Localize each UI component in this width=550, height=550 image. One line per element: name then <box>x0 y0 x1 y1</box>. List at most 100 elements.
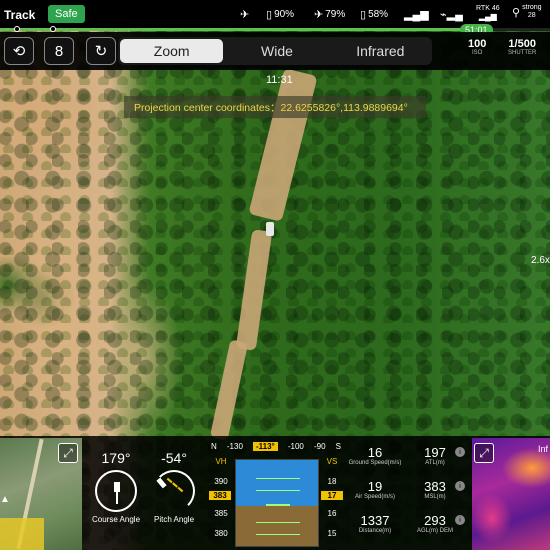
rotate-icon: ⟲ <box>12 43 26 60</box>
dirt-road <box>248 68 318 222</box>
pitch-angle-label: Pitch Angle <box>153 515 195 524</box>
signal-count: 28 <box>527 12 536 19</box>
primary-flight-display: N -130 -113° -100 -90 S VH 390 383 385 3… <box>207 439 345 550</box>
aircraft-symbol <box>266 504 290 506</box>
air-speed-value: 19 <box>367 479 383 494</box>
dirt-road <box>209 339 249 441</box>
heading-south: S <box>335 441 341 451</box>
battery-icon: ▯ <box>266 9 273 21</box>
tab-zoom[interactable]: Zoom <box>120 39 224 63</box>
iso-setting[interactable]: 100 ISO <box>468 38 486 56</box>
pitch-line <box>256 534 300 535</box>
distance-stat: 1337 Distance(m) <box>345 513 405 534</box>
camera-mode-selector: Zoom Wide Infrared <box>118 37 432 65</box>
course-angle-value: 179° <box>101 450 131 466</box>
rotate-camera-button[interactable]: ⟲ <box>4 37 34 65</box>
orbit-button[interactable]: ↻ <box>86 37 116 65</box>
vh-label: VH <box>215 457 227 466</box>
battery-3-value: 58% <box>368 9 389 20</box>
atl-label: ATL(m) <box>425 460 445 466</box>
expand-icon: ⤢ <box>479 445 489 460</box>
tab-wide[interactable]: Wide <box>225 37 328 65</box>
camera-toolbar: ⟲ 8 ↻ Zoom Wide Infrared 100 ISO 1/500 S… <box>0 32 550 70</box>
heading-tick: -130 <box>226 441 243 451</box>
link-indicator: ⌁▂▄ <box>440 8 463 21</box>
dirt-road <box>235 229 273 351</box>
msl-label: MSL(m) <box>424 494 446 500</box>
safe-badge: Safe <box>48 5 85 23</box>
heading-north: N <box>211 441 217 451</box>
pitch-angle-value: -54° <box>161 450 187 466</box>
battery-2: ✈ 79% <box>314 8 345 21</box>
projection-coordinates: Projection center coordinates：22.6255826… <box>124 96 426 118</box>
distance-label: Distance(m) <box>358 528 392 534</box>
expand-thermal-button[interactable]: ⤢ <box>474 443 494 463</box>
heading-tape: N -130 -113° -100 -90 S <box>207 439 345 453</box>
pitch-line <box>256 522 300 523</box>
shutter-value: 1/500 <box>508 38 536 50</box>
battery-3: ▯ 58% <box>360 8 388 21</box>
msl-info-icon[interactable]: i <box>455 481 465 491</box>
expand-map-button[interactable]: ⤢ <box>58 443 78 463</box>
signal-bars-icon: ▂▄▆ <box>404 9 429 21</box>
agl-label: AGL(m) DEM <box>417 528 453 534</box>
battery-1: ▯ 90% <box>266 8 294 21</box>
air-speed-label: Air Speed(m/s) <box>354 494 395 500</box>
map-survey-area <box>0 518 44 550</box>
course-angle-label: Course Angle <box>91 515 141 524</box>
drone-position-icon: ▲ <box>0 494 10 505</box>
pitch-line <box>256 478 300 479</box>
vs-current: 17 <box>321 491 343 500</box>
satellite-icon: ⚲ <box>512 6 521 19</box>
rtk-indicator: RTK 46 ▂▄▆ <box>476 5 500 21</box>
vs-label: VS <box>326 457 338 466</box>
expand-icon: ⤢ <box>63 445 73 460</box>
vs-tick: 16 <box>327 509 337 518</box>
signal-indicator: ▂▄▆ <box>404 8 429 21</box>
pitch-dial <box>153 470 195 512</box>
iso-value: 100 <box>468 38 487 50</box>
airplane-icon: ✈ <box>240 9 250 21</box>
feed-time: 11:31 <box>266 74 293 86</box>
battery-2-value: 79% <box>325 9 346 20</box>
vh-tape: VH 390 383 385 380 <box>207 457 235 550</box>
telemetry-stats: 16 Ground Speed(m/s) 197 ATL(m) i 19 Air… <box>345 443 470 550</box>
rtk-label: RTK <box>476 5 490 12</box>
vs-tick: 15 <box>327 529 337 538</box>
air-speed-stat: 19 Air Speed(m/s) <box>345 479 405 500</box>
iso-label: ISO <box>472 50 483 56</box>
ground-speed-value: 16 <box>367 445 383 460</box>
horizon-sky <box>236 460 318 507</box>
aircraft-battery-icon: ✈ <box>314 9 324 21</box>
battery-1-value: 90% <box>274 9 295 20</box>
artificial-horizon <box>235 459 319 547</box>
vh-tick: 390 <box>214 477 228 486</box>
rtk-count: 46 <box>491 5 500 12</box>
shutter-setting[interactable]: 1/500 SHUTTER <box>508 38 536 56</box>
vehicle <box>266 222 274 236</box>
heading-tick: -90 <box>313 441 326 451</box>
course-angle-indicator: 179° Course Angle <box>86 450 146 525</box>
figure-eight-button[interactable]: 8 <box>44 37 74 65</box>
vh-tick: 385 <box>214 509 228 518</box>
vh-tick: 380 <box>214 529 228 538</box>
signal-strength-label: strong <box>522 4 542 11</box>
course-dial <box>95 470 137 512</box>
orbit-icon: ↻ <box>94 43 108 60</box>
ground-speed-label: Ground Speed(m/s) <box>348 460 402 466</box>
pitch-line <box>256 490 300 491</box>
antenna-icon: ⌁▂▄ <box>440 9 463 21</box>
vs-tape: VS 18 17 16 15 <box>319 457 345 550</box>
tab-infrared[interactable]: Infrared <box>329 37 432 65</box>
horizon-ground <box>236 506 318 546</box>
atl-info-icon[interactable]: i <box>455 447 465 457</box>
vh-current: 383 <box>209 491 231 500</box>
agl-info-icon[interactable]: i <box>455 515 465 525</box>
zoom-level: 2.6x <box>531 255 550 266</box>
shutter-label: SHUTTER <box>508 50 537 56</box>
heading-current: -113° <box>252 441 278 451</box>
vs-tick: 18 <box>327 477 337 486</box>
track-label[interactable]: Track <box>4 8 35 22</box>
thermal-label: Inf <box>538 444 549 454</box>
ground-speed-stat: 16 Ground Speed(m/s) <box>345 445 405 466</box>
